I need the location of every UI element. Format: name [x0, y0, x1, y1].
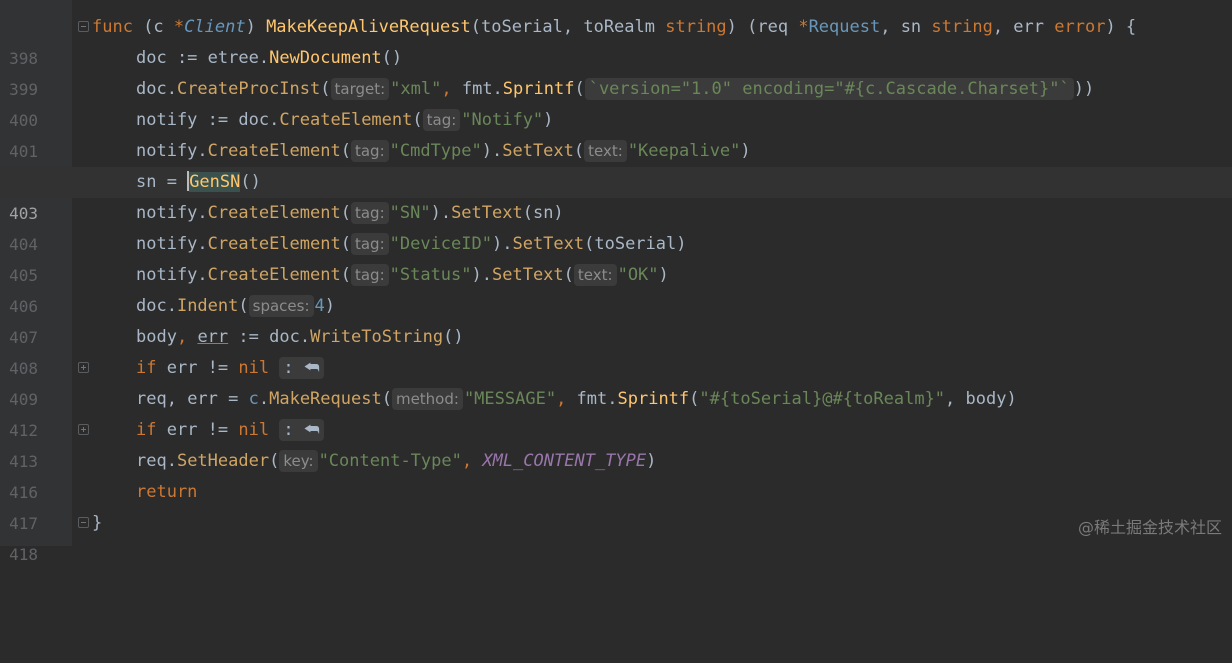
code-line-417[interactable]: 417 return: [0, 477, 1232, 533]
code-line-398[interactable]: 398 func (c *Client) MakeKeepAliveReques…: [0, 12, 1232, 68]
folded-block-placeholder[interactable]: : ⮪: [279, 419, 324, 441]
folded-block-placeholder[interactable]: : ⮪: [279, 357, 324, 379]
param-hint-tag: tag:: [350, 264, 389, 286]
code-text: func (c *Client) MakeKeepAliveRequest(to…: [92, 17, 1137, 37]
code-text: notify.CreateElement(tag: "Status").SetTe…: [136, 264, 669, 286]
code-line-406[interactable]: 406 notify.CreateElement(tag: "Status").S…: [0, 260, 1232, 316]
param-hint-tag: tag:: [350, 202, 389, 224]
param-hint-text: text:: [573, 264, 617, 286]
code-text: req.SetHeader(key: "Content-Type", XML_CO…: [136, 450, 657, 472]
code-line-409[interactable]: 409 if err != nil : ⮪: [0, 353, 1232, 409]
fold-end-icon[interactable]: [78, 517, 89, 528]
param-hint-tag: tag:: [350, 233, 389, 255]
code-text: if err != nil : ⮪: [136, 353, 324, 384]
code-text: notify := doc.CreateElement(tag: "Notify"…: [136, 109, 554, 131]
code-text: notify.CreateElement(tag: "CmdType").SetT…: [136, 140, 751, 162]
watermark: @稀土掘金技术社区: [1077, 518, 1222, 537]
code-text: doc := etree.NewDocument(): [136, 48, 403, 68]
fold-expand-icon[interactable]: [78, 362, 89, 373]
code-line-408[interactable]: 408 body, err := doc.WriteToString(): [0, 322, 1232, 378]
code-line-413[interactable]: 413 if err != nil : ⮪: [0, 415, 1232, 471]
code-line-401[interactable]: 401 notify := doc.CreateElement(tag: "Not…: [0, 105, 1232, 161]
code-line-402[interactable]: 402 notify.CreateElement(tag:"CmdType").…: [0, 136, 1232, 192]
code-line-405[interactable]: 405 notify.CreateElement(tag: "DeviceID")…: [0, 229, 1232, 285]
code-text: notify.CreateElement(tag: "SN").SetText(s…: [136, 202, 564, 224]
code-text: }: [92, 513, 103, 533]
code-line-403-current[interactable]: 403 sn = GenSN(): [0, 167, 1232, 223]
param-hint-key: key:: [279, 450, 318, 472]
code-text: notify.CreateElement(tag: "DeviceID").Set…: [136, 233, 687, 255]
param-hint-tag: tag:: [350, 140, 389, 162]
code-text: return: [136, 482, 198, 502]
code-text: sn = GenSN(): [136, 171, 261, 192]
param-hint-method: method:: [391, 388, 463, 410]
highlighted-identifier: GenSN: [189, 172, 241, 192]
code-text: doc.CreateProcInst(target: "xml", fmt.Spr…: [136, 78, 1095, 100]
code-line-404[interactable]: 404 notify.CreateElement(tag: "SN").SetTe…: [0, 198, 1232, 254]
param-hint-text: text:: [584, 140, 627, 162]
param-hint-spaces: spaces:: [248, 295, 314, 317]
code-text: req, err = c.MakeRequest(method: "MESSAGE…: [136, 388, 1017, 410]
code-line-416[interactable]: 416 req.SetHeader(key: "Content-Type", XM…: [0, 446, 1232, 502]
code-line-412[interactable]: 412 req, err = c.MakeRequest(method: "MES…: [0, 384, 1232, 440]
param-hint-tag: tag:: [422, 109, 461, 131]
line-number: 418: [9, 545, 38, 564]
param-hint-target: target:: [330, 78, 390, 100]
fold-expand-icon[interactable]: [78, 424, 89, 435]
code-line-418[interactable]: 418 }: [0, 508, 1232, 564]
code-text: if err != nil : ⮪: [136, 415, 324, 446]
code-text: doc.Indent(spaces: 4): [136, 295, 335, 317]
code-line-400[interactable]: 400 doc.CreateProcInst(target: "xml", fmt…: [0, 74, 1232, 130]
code-line-399[interactable]: 399 doc := etree.NewDocument(): [0, 43, 1232, 99]
fold-collapse-icon[interactable]: [78, 21, 89, 32]
code-line-407[interactable]: 407 doc.Indent(spaces: 4): [0, 291, 1232, 347]
code-editor[interactable]: 398 func (c *Client) MakeKeepAliveReques…: [0, 0, 1232, 564]
code-text: body, err := doc.WriteToString(): [136, 327, 464, 347]
